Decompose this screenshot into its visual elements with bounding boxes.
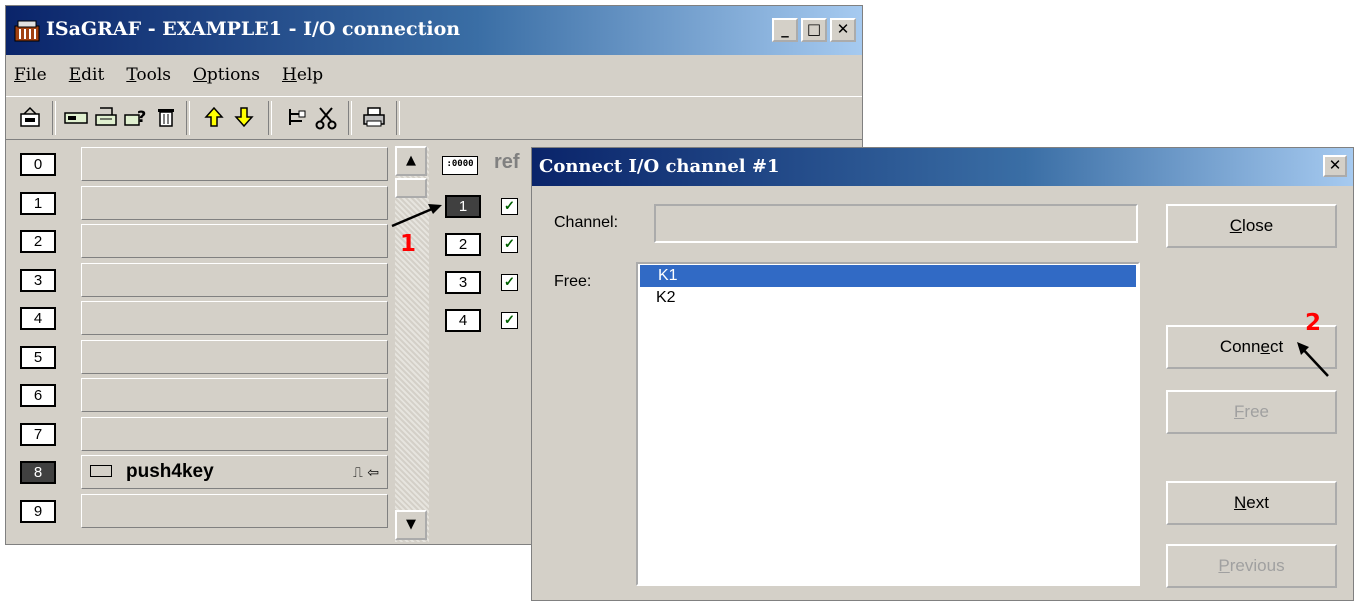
menu-tools[interactable]: Tools (126, 65, 171, 85)
slot-number[interactable]: 4 (20, 307, 56, 330)
board-help-icon[interactable]: ? (124, 106, 148, 130)
slot-row[interactable]: 8 push4key ⎍ ⇦ (14, 455, 394, 489)
connect-dialog: Connect I/O channel #1 ✕ Channel: Free: … (531, 147, 1354, 601)
menu-help[interactable]: Help (282, 65, 323, 85)
dialog-close-icon[interactable]: ✕ (1323, 155, 1347, 177)
free-list[interactable]: K1 K2 (636, 262, 1140, 586)
slot-bar[interactable] (81, 301, 388, 335)
channel-number[interactable]: 3 (445, 271, 481, 294)
channel-check-icon[interactable]: ✓ (501, 274, 518, 291)
slot-row[interactable]: 3 (14, 262, 394, 297)
slot-number[interactable]: 2 (20, 230, 56, 253)
channel-number[interactable]: 2 (445, 233, 481, 256)
slot-row[interactable]: 2 (14, 224, 394, 258)
annotation-label-2: 2 (1305, 310, 1322, 336)
slot-bar[interactable] (81, 339, 388, 374)
close-button[interactable]: ✕ (830, 18, 856, 42)
free-list-item[interactable]: K2 (638, 287, 1138, 309)
slot-row[interactable]: 9 (14, 493, 394, 528)
slot-variable: push4key (126, 461, 214, 482)
slot-bar[interactable] (81, 147, 388, 181)
variable-symbols: ⎍ ⇦ (353, 465, 379, 481)
channel-number[interactable]: 1 (445, 195, 481, 218)
slot-number[interactable]: 8 (20, 461, 56, 484)
annotation-arrow-1 (391, 204, 442, 228)
free-list-item[interactable]: K1 (640, 265, 1136, 287)
title-bar[interactable]: ISaGRAF - EXAMPLE1 - I/O connection _ □ … (6, 6, 862, 55)
channel-check-icon[interactable]: ✓ (501, 236, 518, 253)
svg-text:?: ? (137, 107, 146, 126)
slot-bar[interactable] (81, 262, 388, 297)
slot-number[interactable]: 7 (20, 422, 56, 446)
slot-number[interactable]: 0 (20, 153, 56, 176)
channel-number[interactable]: 4 (445, 309, 481, 332)
maximize-button[interactable]: □ (801, 18, 827, 42)
board-edit-icon[interactable] (94, 106, 118, 130)
slot-number[interactable]: 3 (20, 268, 56, 292)
scroll-up-button[interactable]: ▲ (395, 146, 427, 176)
slot-bar[interactable]: push4key ⎍ ⇦ (81, 455, 388, 489)
variable-icon (90, 465, 112, 477)
toolbar: ? (6, 96, 862, 140)
slot-row[interactable]: 1 (14, 185, 394, 220)
slot-row[interactable]: 5 (14, 339, 394, 374)
close-button[interactable]: Close (1166, 204, 1337, 248)
slot-number[interactable]: 6 (20, 384, 56, 407)
slot-bar[interactable] (81, 185, 388, 220)
tree-icon[interactable] (284, 106, 308, 130)
channel-label: Channel: (554, 214, 619, 231)
next-button[interactable]: Next (1166, 481, 1337, 525)
cut-icon[interactable] (314, 106, 338, 130)
slot-bar[interactable] (81, 416, 388, 451)
slot-row[interactable]: 0 (14, 147, 394, 181)
annotation-label-1: 1 (400, 231, 417, 257)
annotation-arrow-2 (1297, 342, 1329, 377)
slot-row[interactable]: 6 (14, 378, 394, 412)
slot-bar[interactable] (81, 224, 388, 258)
previous-button[interactable]: Previous (1166, 544, 1337, 588)
print-icon[interactable] (362, 106, 386, 130)
channel-field (654, 204, 1138, 243)
slot-row[interactable]: 7 (14, 416, 394, 451)
dialog-title-bar[interactable]: Connect I/O channel #1 ✕ (532, 148, 1353, 186)
menu-bar: File Edit Tools Options Help (6, 58, 862, 92)
slot-number[interactable]: 5 (20, 345, 56, 369)
menu-file[interactable]: File (14, 65, 47, 85)
open-icon[interactable] (18, 106, 42, 130)
slot-bar[interactable] (81, 493, 388, 528)
scroll-down-button[interactable]: ▼ (395, 510, 427, 540)
slot-row[interactable]: 4 (14, 301, 394, 335)
slot-number[interactable]: 1 (20, 191, 56, 215)
slot-bar[interactable] (81, 378, 388, 412)
down-arrow-icon[interactable] (232, 106, 256, 130)
channel-board-icon: :0000 (442, 156, 478, 175)
free-label: Free: (554, 273, 592, 290)
channel-check-icon[interactable]: ✓ (501, 312, 518, 329)
up-arrow-icon[interactable] (202, 106, 226, 130)
slot-number[interactable]: 9 (20, 499, 56, 523)
window-title: ISaGRAF - EXAMPLE1 - I/O connection (46, 18, 461, 40)
free-button[interactable]: Free (1166, 390, 1337, 434)
minimize-button[interactable]: _ (772, 18, 798, 42)
channel-check-icon[interactable]: ✓ (501, 198, 518, 215)
delete-icon[interactable] (154, 106, 178, 130)
menu-options[interactable]: Options (193, 65, 260, 85)
channel-header-text: ref (494, 151, 520, 173)
board-icon[interactable] (64, 106, 88, 130)
menu-edit[interactable]: Edit (69, 65, 105, 85)
isagraf-app-icon (14, 20, 40, 42)
dialog-title: Connect I/O channel #1 (539, 156, 780, 177)
